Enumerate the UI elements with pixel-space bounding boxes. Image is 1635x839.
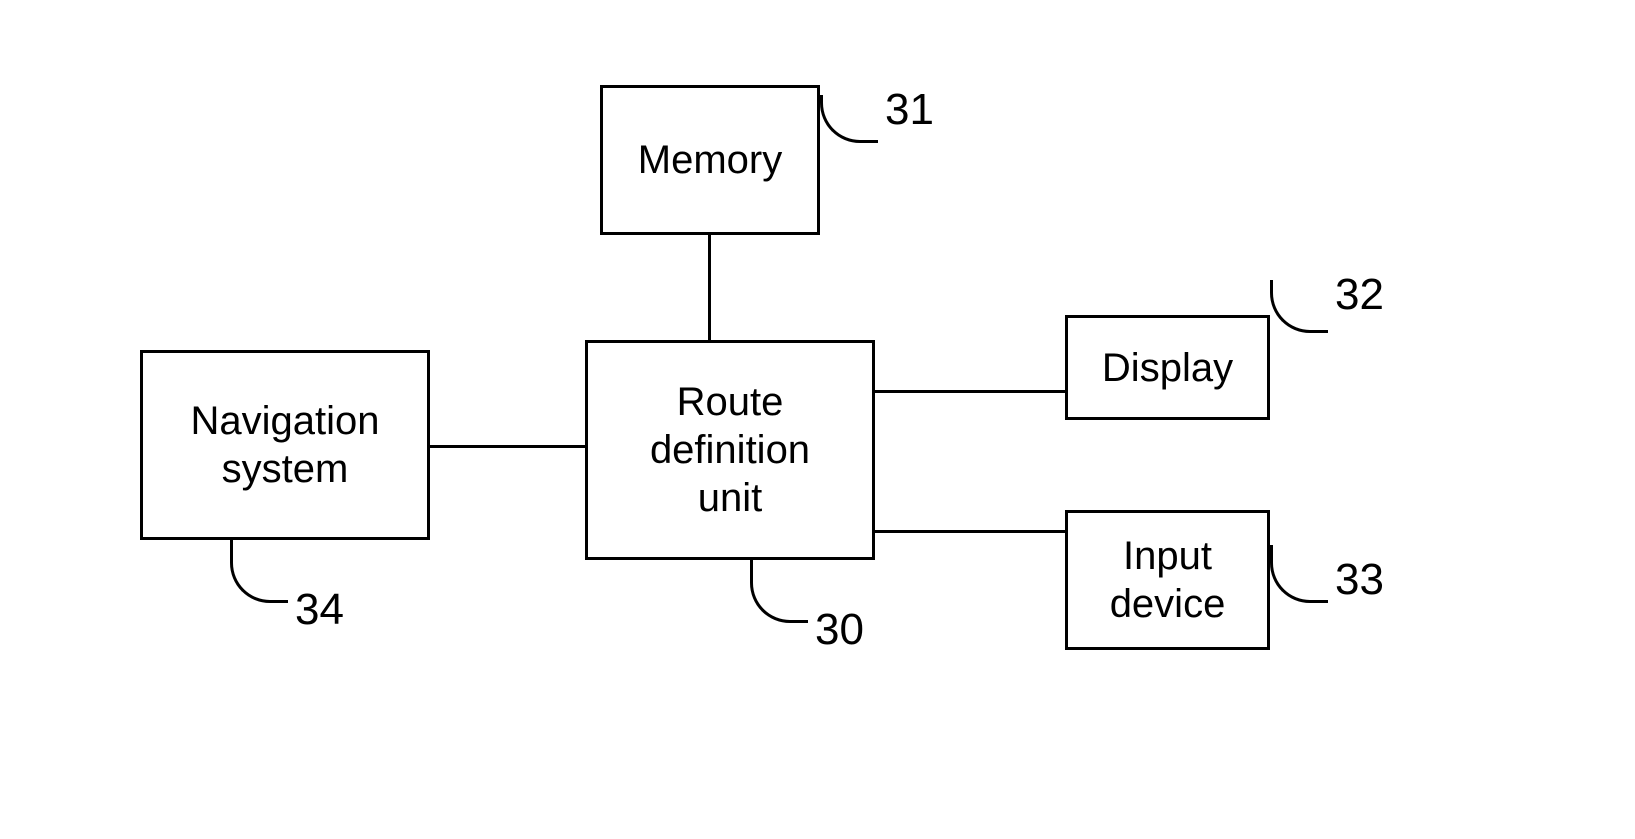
block-input-device: Input device <box>1065 510 1270 650</box>
connector-route-to-input <box>875 530 1065 533</box>
leader-33 <box>1270 545 1328 603</box>
connector-memory-to-route <box>708 235 711 340</box>
ref-31: 31 <box>885 85 934 135</box>
block-navigation-system: Navigation system <box>140 350 430 540</box>
connector-route-to-display <box>875 390 1065 393</box>
ref-33: 33 <box>1335 555 1384 605</box>
block-display: Display <box>1065 315 1270 420</box>
block-input-device-label: Input device <box>1110 532 1226 628</box>
leader-30 <box>750 560 808 623</box>
block-route-definition-unit: Route definition unit <box>585 340 875 560</box>
ref-32: 32 <box>1335 270 1384 320</box>
connector-nav-to-route <box>430 445 585 448</box>
ref-34: 34 <box>295 585 344 635</box>
block-memory-label: Memory <box>638 136 782 184</box>
block-route-definition-unit-label: Route definition unit <box>650 378 810 522</box>
block-navigation-system-label: Navigation system <box>190 397 379 493</box>
block-memory: Memory <box>600 85 820 235</box>
block-diagram: Memory 31 Route definition unit 30 Navig… <box>0 0 1635 839</box>
leader-32 <box>1270 280 1328 333</box>
leader-34 <box>230 540 288 603</box>
ref-30: 30 <box>815 605 864 655</box>
block-display-label: Display <box>1102 344 1233 392</box>
leader-31 <box>820 95 878 143</box>
